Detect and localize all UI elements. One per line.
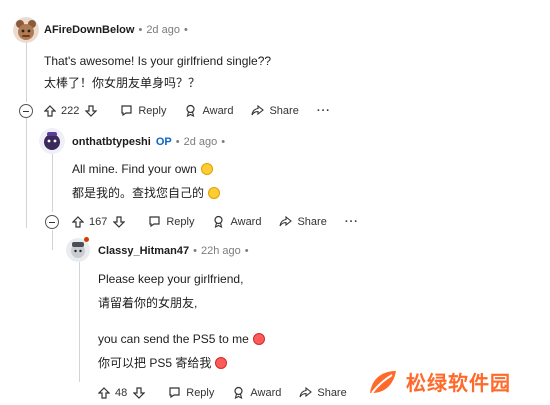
- comment-bubble-icon: [149, 216, 160, 228]
- upvote-icon[interactable]: [72, 215, 84, 228]
- comment-bubble-icon: [169, 387, 180, 399]
- op-badge: OP: [155, 136, 172, 148]
- comment-actions: 167 Reply Award Share ···: [72, 215, 377, 228]
- username[interactable]: onthatbtypeshi: [72, 136, 151, 148]
- online-indicator: [84, 237, 89, 242]
- reply-button[interactable]: Reply: [168, 386, 214, 399]
- comment-text-line: 请留着你的女朋友,: [98, 296, 198, 310]
- vote-count: 48: [115, 386, 128, 399]
- award-button[interactable]: Award: [212, 215, 261, 228]
- comment-meta: Classy_Hitman47 • 22h ago •: [98, 245, 249, 257]
- upvote-icon[interactable]: [44, 104, 56, 117]
- laughing-emoji-icon: [200, 163, 213, 175]
- laughing-emoji-icon: [208, 187, 221, 199]
- reply-button[interactable]: Reply: [120, 104, 166, 117]
- downvote-icon[interactable]: [133, 386, 146, 399]
- username[interactable]: Classy_Hitman47: [98, 245, 189, 257]
- avatar[interactable]: [39, 128, 65, 154]
- collapse-thread-button[interactable]: [19, 104, 33, 118]
- award-icon: [186, 104, 196, 117]
- vote-control: 222: [44, 105, 102, 117]
- award-icon: [234, 386, 243, 399]
- upvote-icon[interactable]: [98, 386, 110, 399]
- comment-text-line: 你可以把 PS5 寄给我: [98, 354, 228, 371]
- share-icon: [251, 104, 265, 116]
- award-icon: [214, 215, 224, 228]
- comment-meta: AFireDownBelow • 2d ago •: [44, 24, 188, 36]
- vote-control: 48: [98, 387, 150, 399]
- award-button[interactable]: Award: [232, 386, 281, 399]
- timestamp: 22h ago: [200, 245, 241, 257]
- thread-line-level2b: [79, 262, 80, 382]
- share-button[interactable]: Share: [299, 386, 347, 399]
- vote-count: 167: [89, 215, 108, 228]
- comment-actions: 48 Reply Award Share: [98, 386, 365, 399]
- comment-text-line: That's awesome! Is your girlfriend singl…: [44, 54, 272, 68]
- ellipsis-icon[interactable]: ···: [345, 216, 359, 228]
- share-icon: [299, 386, 313, 398]
- comment-text-line: Please keep your girlfriend,: [98, 272, 244, 286]
- award-button[interactable]: Award: [184, 104, 233, 117]
- downvote-icon[interactable]: [113, 215, 126, 228]
- avatar[interactable]: [13, 17, 39, 43]
- comment-bubble-icon: [121, 105, 132, 117]
- timestamp: 2d ago: [146, 24, 180, 36]
- thread-line-level2: [52, 230, 53, 250]
- heart-eyes-emoji-icon: [252, 333, 265, 345]
- watermark-text: 松绿软件园: [406, 373, 511, 395]
- thread-line-level1: [52, 152, 53, 212]
- comment-actions: 222 Reply Award Share ···: [44, 104, 349, 117]
- comment-text-line: 太棒了！你女朋友单身吗？？: [44, 76, 201, 90]
- username[interactable]: AFireDownBelow: [44, 24, 134, 36]
- share-button[interactable]: Share: [279, 215, 327, 228]
- timestamp: 2d ago: [183, 136, 218, 148]
- downvote-icon[interactable]: [85, 104, 98, 117]
- comment-text-line: 都是我的。查找您自己的: [72, 184, 221, 201]
- collapse-thread-button[interactable]: [45, 215, 59, 229]
- share-button[interactable]: Share: [251, 104, 299, 117]
- comment-meta: onthatbtypeshi OP • 2d ago •: [72, 136, 226, 148]
- share-icon: [279, 215, 293, 227]
- reply-button[interactable]: Reply: [148, 215, 194, 228]
- thread-line-level1-connector: [26, 118, 27, 228]
- leaf-logo-icon: [370, 370, 396, 394]
- ellipsis-icon[interactable]: ···: [317, 105, 331, 117]
- thread-line-root: [26, 42, 27, 102]
- comment-text-line: you can send the PS5 to me: [98, 332, 265, 346]
- vote-control: 167: [72, 216, 130, 228]
- site-watermark: 松绿软件园: [366, 358, 550, 405]
- vote-count: 222: [61, 104, 80, 117]
- comment-text-line: All mine. Find your own: [72, 162, 213, 176]
- heart-eyes-emoji-icon: [215, 357, 228, 369]
